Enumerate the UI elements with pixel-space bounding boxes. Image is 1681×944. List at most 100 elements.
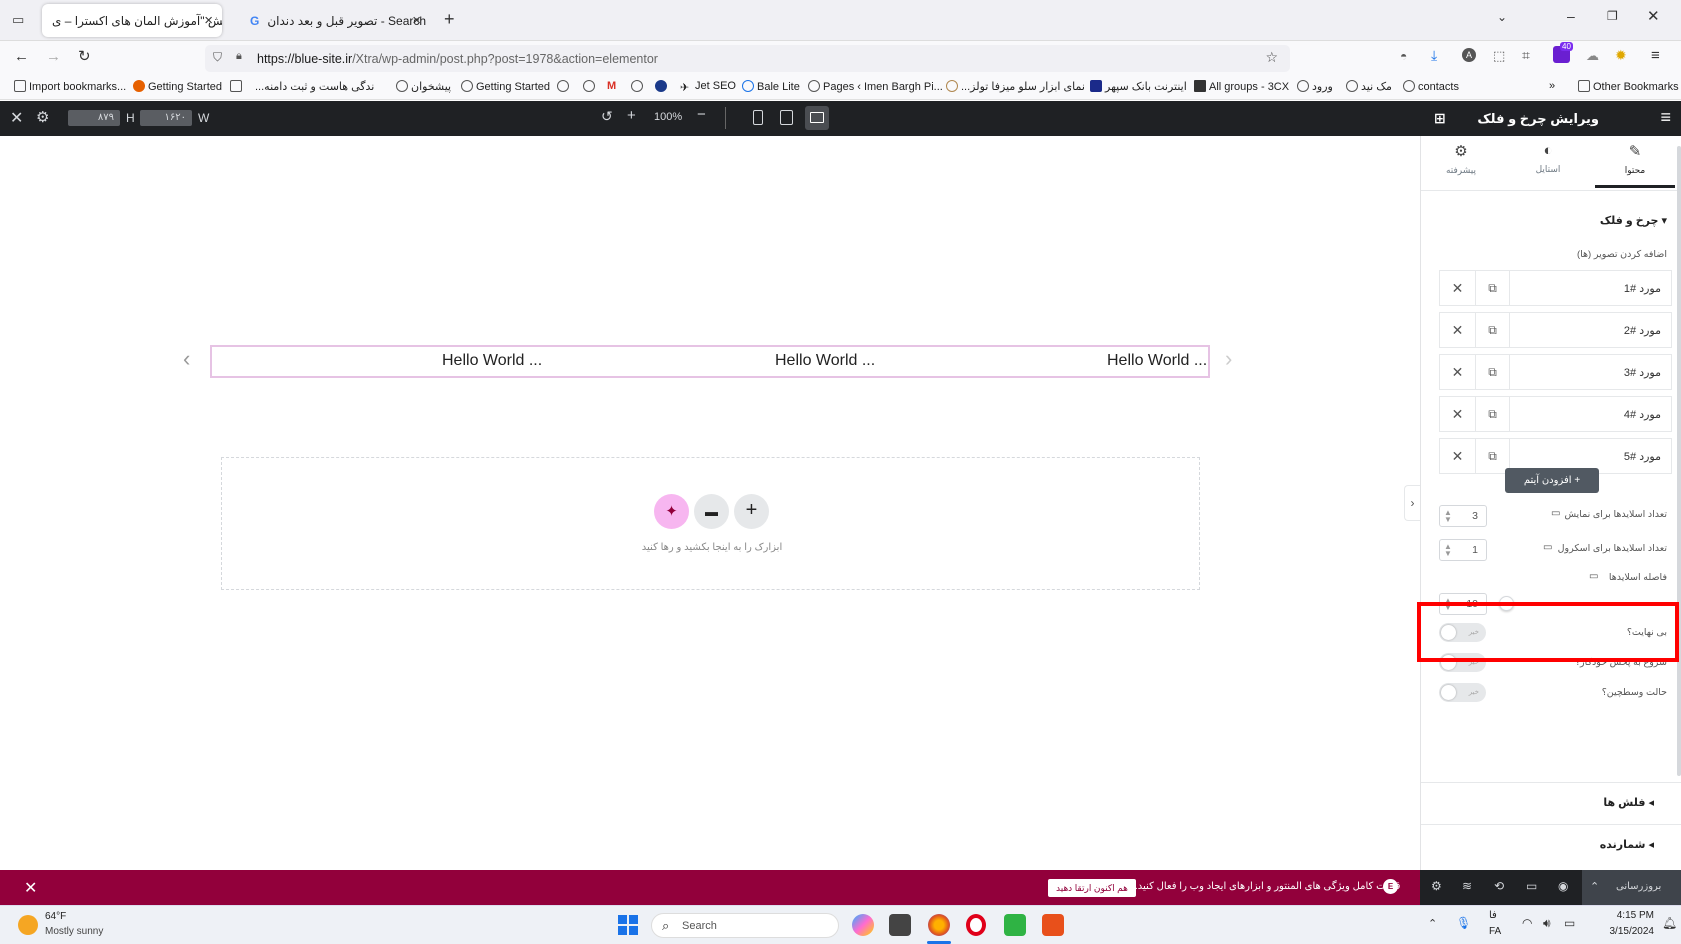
camtasia-icon[interactable] [1042, 914, 1064, 936]
width-input[interactable]: ۱۶۲۰ [140, 110, 192, 126]
panel-scrollbar[interactable] [1677, 146, 1681, 776]
duplicate-item-icon[interactable]: ⧉ [1476, 355, 1510, 389]
carousel-prev-arrow[interactable]: ‹ [183, 346, 190, 372]
cloud-icon[interactable]: ☁ [1586, 48, 1599, 64]
ai-sparkle-button[interactable]: ✦ [654, 494, 689, 529]
clock-time[interactable]: 4:15 PM [1596, 910, 1654, 921]
bookmark-star-icon[interactable]: ☆ [1265, 49, 1278, 66]
reset-icon[interactable]: ↺ [601, 108, 613, 125]
menu-icon[interactable]: ≡ [1651, 47, 1660, 64]
chevron-right-double-icon[interactable]: » [1549, 80, 1555, 92]
delete-item-icon[interactable]: ✕ [1440, 355, 1476, 389]
delete-item-icon[interactable]: ✕ [1440, 439, 1476, 473]
stepper-icon[interactable]: ▲ ▼ [1444, 543, 1452, 558]
bookmark-folder-icon[interactable] [230, 80, 245, 93]
lock-icon[interactable]: 🔒︎ [236, 50, 242, 63]
copilot-icon[interactable] [852, 914, 874, 936]
bookmark-item[interactable]: Getting Started [133, 80, 222, 93]
section-toggle-carousel[interactable]: ▾ چرخ و فلک [1600, 214, 1667, 227]
extensions-icon[interactable]: ⬚ [1493, 48, 1505, 64]
gmail-icon[interactable]: M [607, 80, 616, 92]
tab-style[interactable]: ◐ استایل [1508, 142, 1588, 188]
crop-icon[interactable]: ⌗ [1522, 47, 1530, 64]
globe-icon[interactable] [631, 80, 646, 93]
add-item-button[interactable]: + افزودن آیتم [1505, 468, 1599, 493]
bookmark-item[interactable]: Bale Lite [742, 80, 800, 93]
slides-to-show-input[interactable]: ▲ ▼ 3 [1439, 505, 1487, 527]
windows-start-icon[interactable] [618, 915, 638, 935]
collapse-panel-handle[interactable]: › [1404, 485, 1420, 521]
height-input[interactable]: ۸۷۹ [68, 110, 120, 126]
tab-list-icon[interactable]: ▭ [12, 12, 24, 28]
stepper-icon[interactable]: ▲ ▼ [1444, 509, 1452, 524]
weather-sun-icon[interactable] [18, 915, 38, 935]
close-tab-icon[interactable]: × [204, 12, 213, 29]
delete-item-icon[interactable]: ✕ [1440, 397, 1476, 431]
upgrade-button[interactable]: هم اکنون ارتقا دهید [1048, 879, 1136, 897]
shield-icon[interactable]: ⛉ [213, 50, 222, 65]
close-tab-icon[interactable]: × [412, 12, 421, 29]
desktop-button[interactable] [805, 106, 829, 130]
slides-to-scroll-input[interactable]: ▲ ▼ 1 [1439, 539, 1487, 561]
close-icon[interactable]: ✕ [24, 878, 37, 898]
layers-icon[interactable]: ≋ [1462, 879, 1472, 893]
back-icon[interactable]: ← [14, 48, 29, 65]
duplicate-item-icon[interactable]: ⧉ [1476, 397, 1510, 431]
globe-icon[interactable] [583, 80, 598, 93]
taskbar-search[interactable]: ⌕ Search [651, 913, 839, 938]
minimize-icon[interactable]: – [1567, 8, 1575, 24]
tab-advanced[interactable]: ⚙ پیشرفته [1421, 142, 1501, 188]
section-arrows[interactable]: ◂ فلش ها [1421, 782, 1681, 822]
notification-bell-icon[interactable]: 🔔︎ [1662, 916, 1677, 930]
restore-icon[interactable]: ❐ [1607, 9, 1618, 23]
repeater-item[interactable]: ✕ ⧉ مورد #3 [1439, 354, 1672, 390]
history-icon[interactable]: ⟲ [1494, 879, 1504, 893]
bookmark-item[interactable]: Pages ‹ Imen Bargh Pi... [808, 80, 943, 93]
template-folder-button[interactable]: ▬ [694, 494, 729, 529]
wifi-icon[interactable]: ◠ [1522, 916, 1532, 930]
zoom-in-icon[interactable]: + [627, 107, 636, 124]
repeater-item[interactable]: ✕ ⧉ مورد #1 [1439, 270, 1672, 306]
update-button[interactable]: بروزرسانی [1616, 881, 1661, 892]
close-window-icon[interactable]: ✕ [1647, 7, 1660, 25]
tablet-icon[interactable] [780, 110, 793, 125]
firefox-icon[interactable] [928, 914, 950, 936]
bookmark-item[interactable]: ...نمای ابزار سلو میزفا تولز [946, 80, 1085, 93]
gear-icon[interactable]: ⚙ [1431, 879, 1442, 893]
desktop-icon[interactable]: ▭ [1589, 571, 1598, 582]
bookmark-item[interactable]: All groups - 3CX [1194, 80, 1289, 93]
forward-icon[interactable]: → [46, 48, 61, 65]
globe-icon[interactable] [557, 80, 572, 93]
delete-item-icon[interactable]: ✕ [1440, 271, 1476, 305]
hamburger-menu-icon[interactable]: ≡ [1660, 107, 1671, 128]
other-bookmarks[interactable]: Other Bookmarks [1578, 80, 1679, 93]
bookmark-item[interactable]: ✈ Jet SEO [680, 80, 736, 94]
bookmark-item[interactable]: contacts [1403, 80, 1459, 93]
chevron-down-icon[interactable]: ⌄ [1497, 10, 1507, 24]
bookmark-item[interactable]: ...ندگی هاست و ثبت دامنه [255, 80, 374, 93]
mobile-icon[interactable] [753, 110, 763, 125]
section-counter[interactable]: ◂ شمارنده [1421, 824, 1681, 864]
chevron-up-icon[interactable]: ⌃ [1428, 917, 1437, 930]
sun-extension-icon[interactable]: ✹ [1615, 47, 1627, 64]
tab-elementor-editor[interactable]: ویرایش "آموزش المان های اکسترا – ی × [42, 4, 222, 37]
bookmark-item[interactable]: Import bookmarks... [14, 80, 126, 93]
carousel-next-arrow[interactable]: › [1225, 346, 1232, 372]
delete-item-icon[interactable]: ✕ [1440, 313, 1476, 347]
bookmark-item[interactable]: Getting Started [461, 80, 550, 93]
carousel-widget[interactable]: Hello World ... Hello World ... Hello Wo… [210, 345, 1210, 378]
download-icon[interactable]: ⤓ [1431, 47, 1437, 64]
add-section-button[interactable]: + [734, 494, 769, 529]
apps-grid-icon[interactable]: ⊞ [1434, 110, 1446, 127]
account-icon[interactable]: A [1462, 48, 1476, 62]
new-tab-icon[interactable]: + [444, 9, 455, 30]
desktop-icon[interactable]: ▭ [1543, 542, 1552, 553]
chevron-up-icon[interactable]: ⌃ [1590, 880, 1599, 893]
desktop-icon[interactable]: ▭ [1551, 508, 1560, 519]
bookmark-item[interactable]: پیشخوان [396, 80, 451, 93]
globe-icon[interactable] [655, 80, 670, 93]
center-mode-toggle[interactable]: خیر [1439, 683, 1486, 702]
duplicate-item-icon[interactable]: ⧉ [1476, 313, 1510, 347]
repeater-item[interactable]: ✕ ⧉ مورد #4 [1439, 396, 1672, 432]
file-explorer-icon[interactable] [889, 914, 911, 936]
